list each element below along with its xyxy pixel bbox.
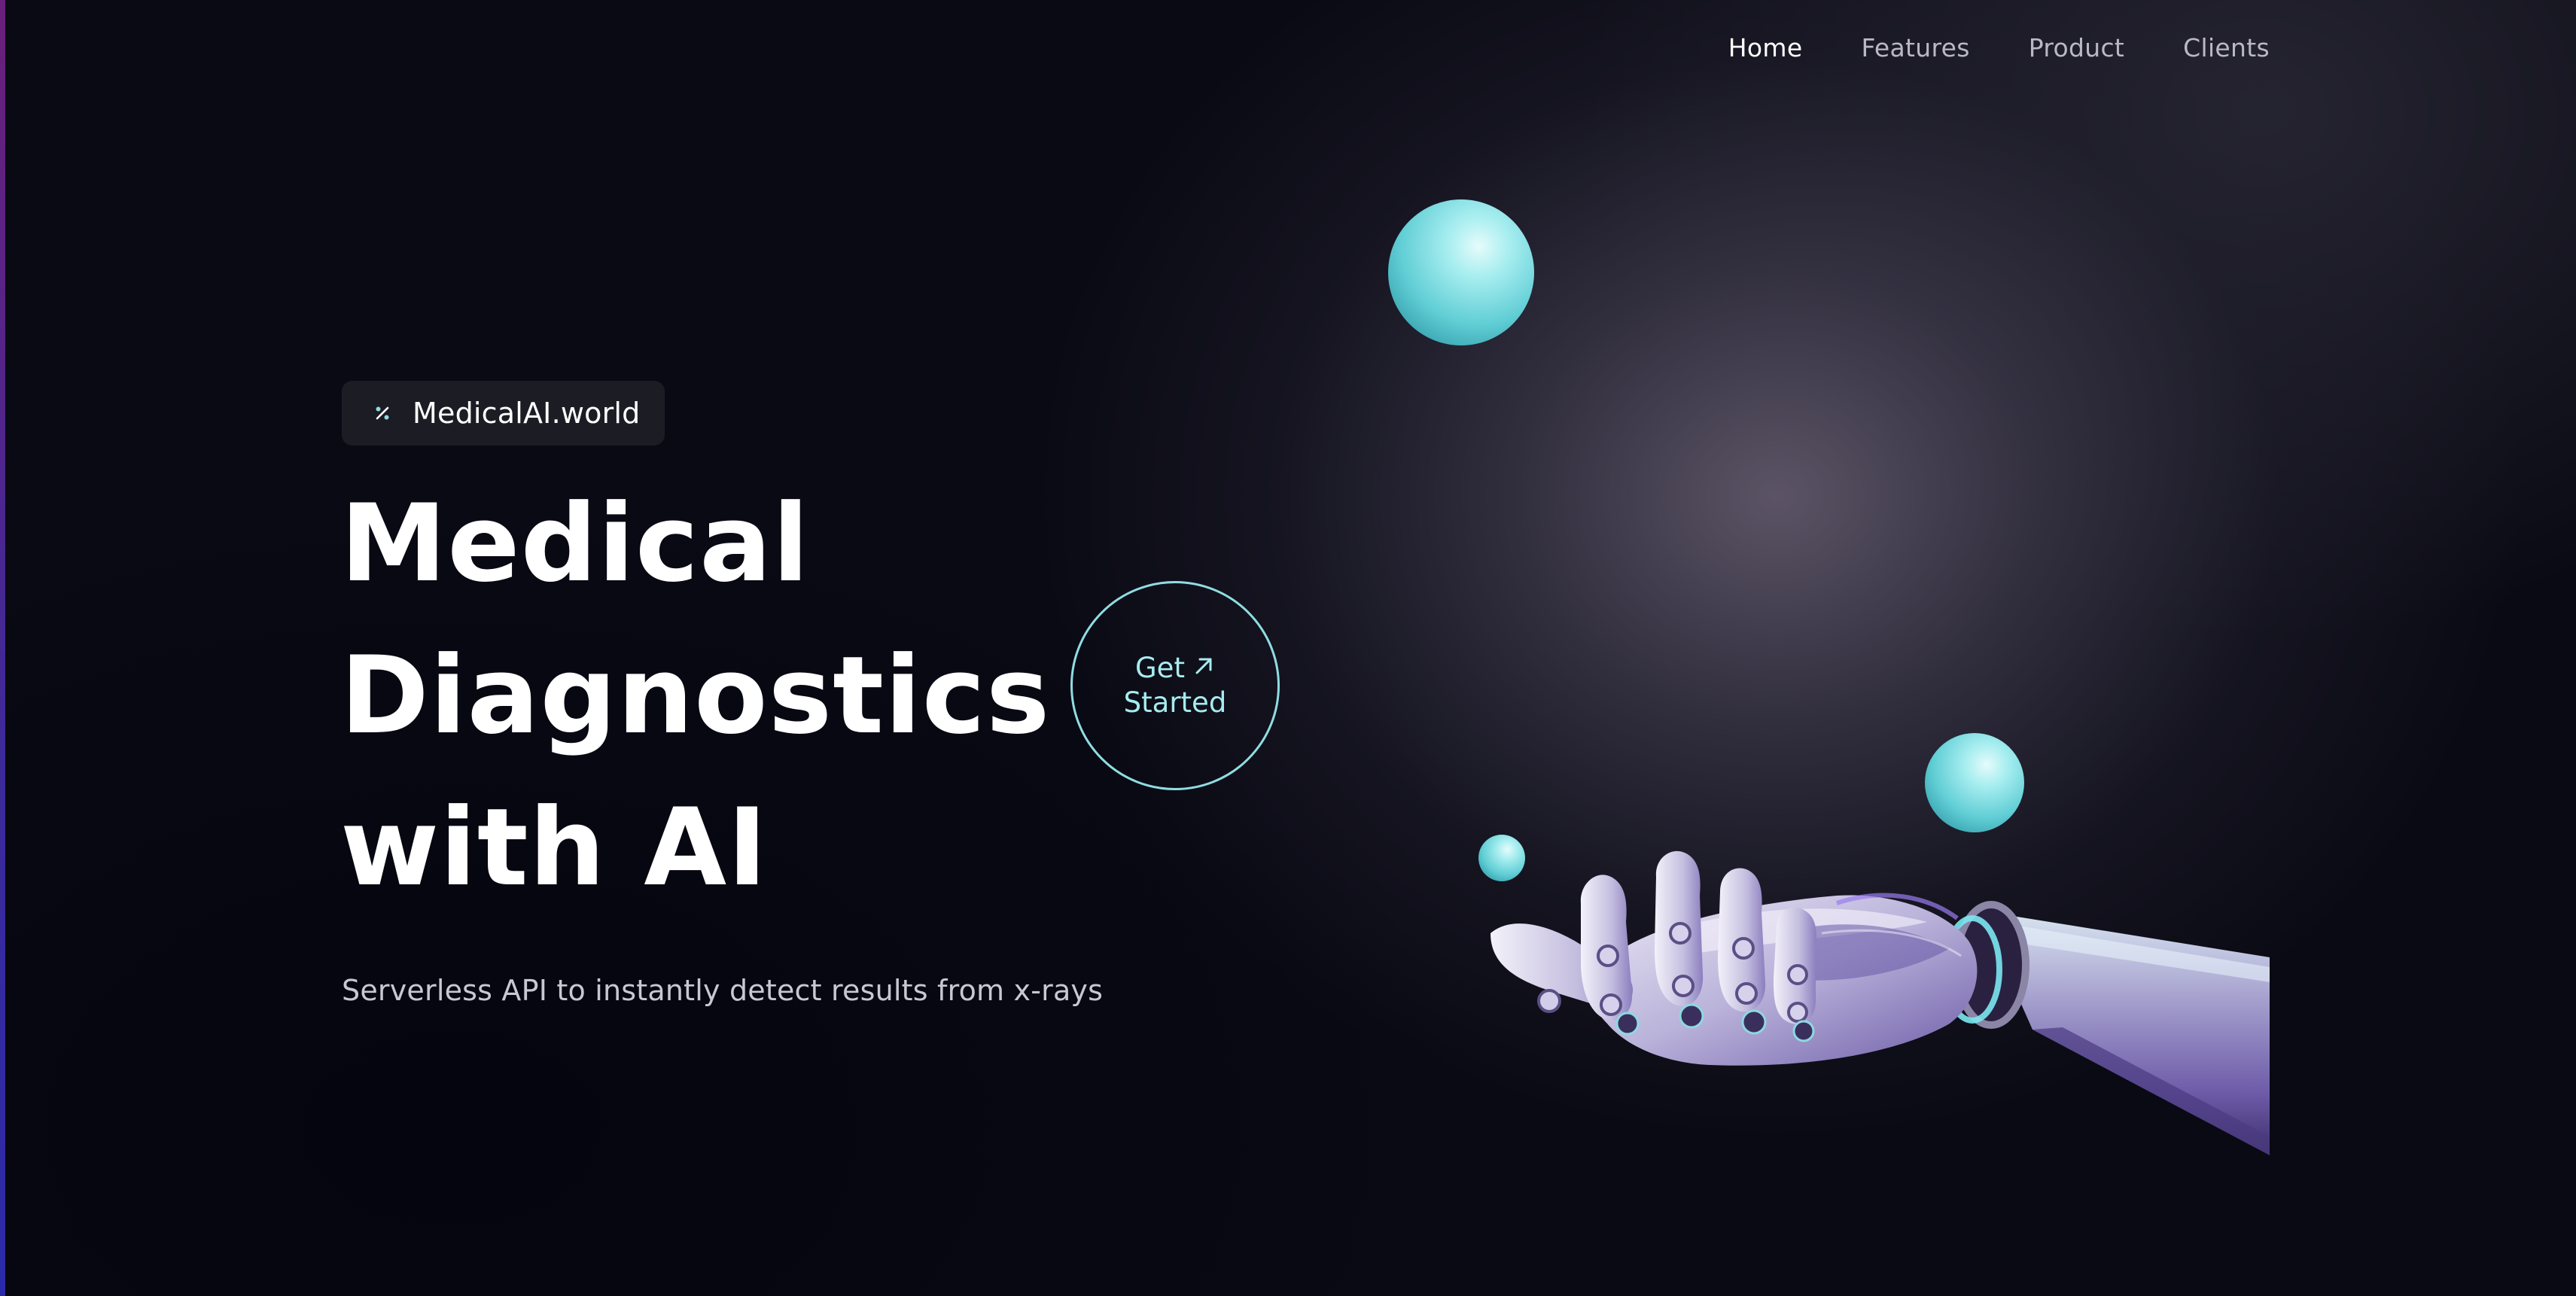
percent-icon: [372, 403, 393, 424]
get-started-button[interactable]: Get Started: [1070, 581, 1280, 790]
nav-product[interactable]: Product: [2029, 33, 2124, 62]
robot-hand-illustration: [1355, 181, 2270, 1159]
nav-features[interactable]: Features: [1861, 33, 1969, 62]
landing-page: Home Features Product Clients MedicalAI.…: [0, 0, 2576, 1296]
top-nav: Home Features Product Clients: [1728, 33, 2270, 62]
hero-subtitle: Serverless API to instantly detect resul…: [342, 974, 1104, 1007]
left-edge-accent: [0, 0, 5, 1296]
cta-label-started: Started: [1123, 686, 1227, 719]
cta-line-2: Started: [1124, 686, 1227, 720]
headline-line-3: with AI: [340, 786, 768, 910]
sphere-large: [1388, 199, 1534, 345]
arrow-up-right-icon: [1192, 651, 1215, 686]
brand-name: MedicalAI.world: [413, 397, 641, 430]
sphere-medium: [1925, 733, 2024, 832]
nav-home[interactable]: Home: [1728, 33, 1803, 62]
cta-label-get: Get: [1135, 652, 1185, 684]
headline-line-1: Medical: [340, 482, 810, 606]
hero-headline: Medical Diagnostics with AI: [340, 468, 1093, 924]
sphere-small: [1478, 835, 1525, 881]
brand-badge: MedicalAI.world: [342, 381, 665, 446]
headline-line-2: Diagnostics: [340, 634, 1051, 758]
cta-line-1: Get: [1135, 651, 1215, 686]
nav-clients[interactable]: Clients: [2183, 33, 2270, 62]
